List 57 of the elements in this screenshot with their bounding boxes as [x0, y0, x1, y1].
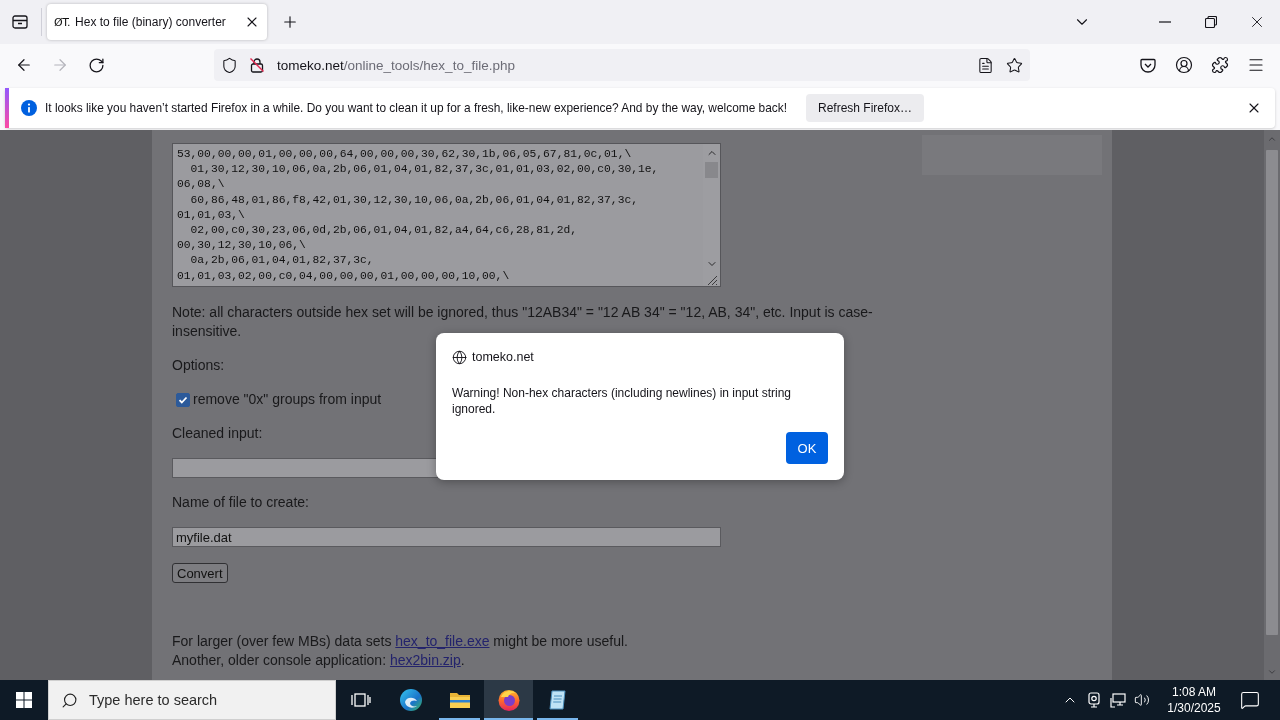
swirl-circle-icon	[398, 688, 423, 712]
minimize-icon	[1159, 21, 1171, 23]
note-text: Note: all characters outside hex set will be ignored, thus "12AB34" = "12 AB 34" = "12, AB, 34", etc. Input is case-insensitive.	[172, 303, 874, 341]
volume-icon	[1134, 692, 1150, 708]
footer-text: Another, older console application: hex2bin.zip.	[172, 651, 465, 670]
clock-time: 1:08 AM	[1172, 684, 1216, 700]
account-icon	[1175, 56, 1193, 74]
windows-logo-icon	[16, 692, 32, 708]
filename-label: Name of file to create:	[172, 493, 309, 512]
taskbar-clock[interactable]: 1:08 AM 1/30/2025	[1164, 684, 1224, 716]
taskbar-search-field[interactable]: Type here to search	[48, 680, 336, 720]
hex-input-textarea[interactable]	[172, 143, 721, 287]
resize-grip-icon	[705, 274, 718, 286]
globe-icon	[452, 349, 467, 365]
filename-input-field[interactable]: myfile.dat	[172, 527, 721, 547]
bookmark-star-icon[interactable]	[1006, 56, 1023, 74]
clock-date: 1/30/2025	[1167, 700, 1221, 716]
address-bar[interactable]: tomeko.net/online_tools/hex_to_file.php	[214, 49, 1030, 81]
tab-title: Hex to file (binary) converter	[75, 15, 227, 29]
network-icon	[1110, 692, 1126, 708]
restore-icon	[1205, 16, 1217, 28]
notification-message: It looks like you haven’t started Firefox in a while. Do you want to clean it up for a fresh, like-new experience? And by the way, welcome back!	[45, 101, 787, 115]
convert-button[interactable]: Convert	[172, 563, 228, 583]
info-icon	[21, 100, 37, 116]
checkmark-icon	[178, 394, 188, 405]
scrollbar-thumb[interactable]	[1266, 150, 1278, 635]
refresh-firefox-button[interactable]: Refresh Firefox…	[806, 94, 925, 122]
dialog-origin: tomeko.net	[472, 350, 534, 364]
browser-tab[interactable]: ØT. Hex to file (binary) converter	[47, 4, 267, 40]
taskbar-app-button[interactable]	[484, 680, 533, 720]
browser-globe-icon	[496, 688, 521, 712]
puzzle-icon	[1211, 56, 1229, 74]
tab-favicon: ØT.	[54, 15, 71, 29]
search-icon	[61, 691, 78, 709]
reload-icon	[87, 56, 105, 74]
shield-icon	[221, 56, 238, 74]
task-view-icon	[351, 691, 371, 709]
menu-icon	[1247, 56, 1265, 74]
plus-icon	[281, 13, 299, 31]
hex-input-text: 53,00,00,00,01,00,00,00,64,00,00,00,30,62,30,1b,06,05,67,81,0c,01,\ 01,30,12,30,10,06,0a,2b,06,01,04,01,82,37,3c,01,01,03,02,00,c0,30,1e, 06,08,\ 60,86,48,01,86,f8,42,01,30,12,30,10,06,0a,2b,06,01,04,01,82,37,3c, 01,01,03,\ 02,00,c0,30,23,06,0d,2b,06,01,04,01,82,a4,64,c6,28,81,2d, 00,30,12,30,10,06,\ 0a,2b,06,01,04,01,82,37,3c, 01,01,03,02,00,c0,04,00,00,00,01,00,00,00,10,00,\	[176, 147, 660, 284]
cleaned-input-label: Cleaned input:	[172, 424, 263, 443]
dialog-message: Warning! Non-hex characters (including newlines) in input string ignored.	[452, 385, 793, 417]
notifications-icon	[1240, 690, 1260, 710]
ok-button[interactable]: OK	[786, 432, 828, 464]
camera-icon	[1087, 692, 1101, 708]
reader-view-icon[interactable]	[977, 56, 994, 74]
remove-0x-checkbox[interactable]	[176, 392, 190, 407]
pocket-icon	[1140, 57, 1156, 73]
page-scrollbar[interactable]	[1264, 130, 1280, 680]
options-label: Options:	[172, 356, 225, 375]
forward-arrow-icon	[51, 56, 69, 74]
url-text: tomeko.net/online_tools/hex_to_file.php	[277, 57, 515, 73]
checkbox-label: remove "0x" groups from input	[193, 390, 382, 409]
crossed-lock-icon	[249, 57, 265, 73]
footer-text: For larger (over few MBs) data sets hex_to_file.exe might be more useful.	[172, 632, 628, 651]
search-placeholder: Type here to search	[89, 692, 218, 708]
tray-box-icon	[12, 14, 28, 30]
